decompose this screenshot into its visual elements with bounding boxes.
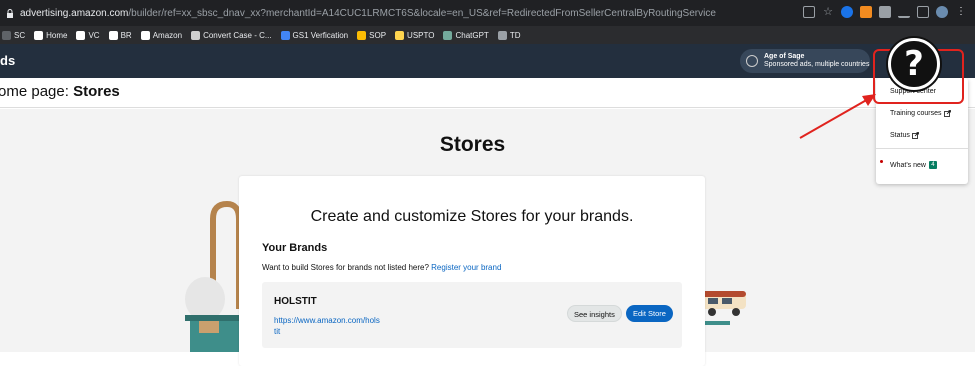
page-title-prefix: ome page:: [0, 83, 69, 100]
ads-header: ds Age of Sage Sponsored ads, multiple c…: [0, 44, 975, 78]
brand-logo-fragment[interactable]: ds: [0, 53, 15, 68]
puzzle-icon[interactable]: [879, 6, 891, 18]
star-icon[interactable]: ☆: [822, 6, 834, 18]
account-name: Age of Sage: [764, 53, 805, 60]
globe-icon: [746, 55, 758, 67]
decorative-bag-illustration: [185, 200, 245, 352]
eagle-icon: [395, 30, 405, 40]
url-text[interactable]: advertising.amazon.com/builder/ref=xx_sb…: [20, 8, 716, 19]
bookmark-label: Amazon: [152, 30, 183, 40]
external-link-icon: [943, 110, 951, 117]
share-icon[interactable]: [803, 6, 815, 18]
arrow-icon: [280, 30, 290, 40]
brand-url-link[interactable]: https://www.amazon.com/holstit: [274, 315, 382, 337]
bookmark-label: Home: [46, 30, 68, 40]
menu-item-label: Training courses: [890, 110, 942, 117]
register-prompt: Want to build Stores for brands not list…: [262, 263, 501, 272]
bookmark-label: TD: [509, 30, 521, 40]
amazon-icon: [76, 30, 86, 40]
bookmark-label: Convert Case - C...: [203, 30, 272, 40]
bookmark-label: VC: [88, 30, 100, 40]
page-title-name: Stores: [73, 83, 120, 100]
card-title: Create and customize Stores for your bra…: [310, 208, 634, 225]
bookmark-label: USPTO: [407, 30, 435, 40]
bookmark-label: SC: [14, 30, 26, 40]
sc-icon: [2, 30, 11, 40]
bookmark-item[interactable]: USPTO: [395, 30, 435, 40]
edit-store-button[interactable]: Edit Store: [626, 305, 673, 322]
chatgpt-icon: [443, 30, 453, 40]
amazon-icon: [140, 30, 150, 40]
menu-icon[interactable]: ⋮: [955, 6, 967, 18]
bookmark-item[interactable]: SC: [2, 30, 26, 40]
external-link-icon: [911, 132, 919, 139]
bookmark-label: GS1 Verfication: [292, 30, 349, 40]
brand-name: HOLSTIT: [274, 296, 317, 307]
notification-dot-icon: [880, 160, 883, 163]
annotation-arrow-icon: [799, 94, 876, 139]
cc-icon: [191, 30, 201, 40]
menu-item-status[interactable]: Status: [890, 132, 919, 139]
url-host: advertising.amazon.com: [20, 7, 129, 19]
help-icon[interactable]: ?: [888, 38, 940, 90]
register-brand-link[interactable]: Register your brand: [431, 263, 501, 272]
bookmark-label: SOP: [369, 30, 387, 40]
url-path: /builder/ref=xx_sbsc_dnav_xx?merchantId=…: [128, 7, 716, 19]
page-title: ome page: Stores: [0, 83, 120, 100]
brand-row: HOLSTIT https://www.amazon.com/holstit S…: [262, 282, 682, 348]
td-icon: [497, 30, 507, 40]
browser-toolbar-icons: ☆ ⋮: [803, 6, 967, 18]
bookmark-item[interactable]: ChatGPT: [443, 30, 489, 40]
menu-item-label: What's new: [890, 161, 926, 169]
bars-icon: [357, 30, 367, 40]
account-text: Age of Sage Sponsored ads, multiple coun…: [764, 53, 869, 69]
extension-2-icon[interactable]: [860, 6, 872, 18]
amazon-icon: [108, 30, 118, 40]
download-icon[interactable]: [898, 6, 910, 18]
new-count-badge: 4: [928, 161, 937, 169]
menu-item-label: Status: [890, 132, 910, 139]
bookmark-item[interactable]: GS1 Verfication: [280, 30, 349, 40]
bookmark-item[interactable]: Convert Case - C...: [191, 30, 272, 40]
amazon-icon: [34, 30, 44, 40]
bookmark-item[interactable]: SOP: [357, 30, 387, 40]
bookmark-label: BR: [120, 30, 132, 40]
bookmark-item[interactable]: VC: [76, 30, 100, 40]
bookmark-item[interactable]: Home: [34, 30, 68, 40]
see-insights-button[interactable]: See insights: [567, 305, 622, 322]
bookmark-item[interactable]: BR: [108, 30, 132, 40]
bookmarks-bar: SC Home VC BR Amazon Convert Case - C... GS1 V…: [0, 26, 975, 44]
question-mark-icon: ?: [904, 44, 924, 84]
decorative-van-illustration: [700, 291, 746, 325]
browser-address-bar[interactable]: advertising.amazon.com/builder/ref=xx_sb…: [0, 0, 975, 26]
lock-icon: [7, 8, 13, 18]
extension-1-icon[interactable]: [841, 6, 853, 18]
bookmark-item[interactable]: TD: [497, 30, 521, 40]
stores-card: Create and customize Stores for your bra…: [239, 176, 705, 366]
bookmark-item[interactable]: Amazon: [140, 30, 183, 40]
menu-item-training-courses[interactable]: Training courses: [890, 110, 951, 117]
your-brands-heading: Your Brands: [262, 242, 328, 254]
bookmark-label: ChatGPT: [455, 30, 489, 40]
sidepanel-icon[interactable]: [917, 6, 929, 18]
menu-item-whats-new[interactable]: What's new 4: [890, 161, 937, 169]
profile-avatar-icon[interactable]: [936, 6, 948, 18]
account-switcher[interactable]: Age of Sage Sponsored ads, multiple coun…: [740, 49, 870, 73]
register-prompt-text: Want to build Stores for brands not list…: [262, 263, 429, 272]
account-subtitle: Sponsored ads, multiple countries: [764, 61, 870, 68]
